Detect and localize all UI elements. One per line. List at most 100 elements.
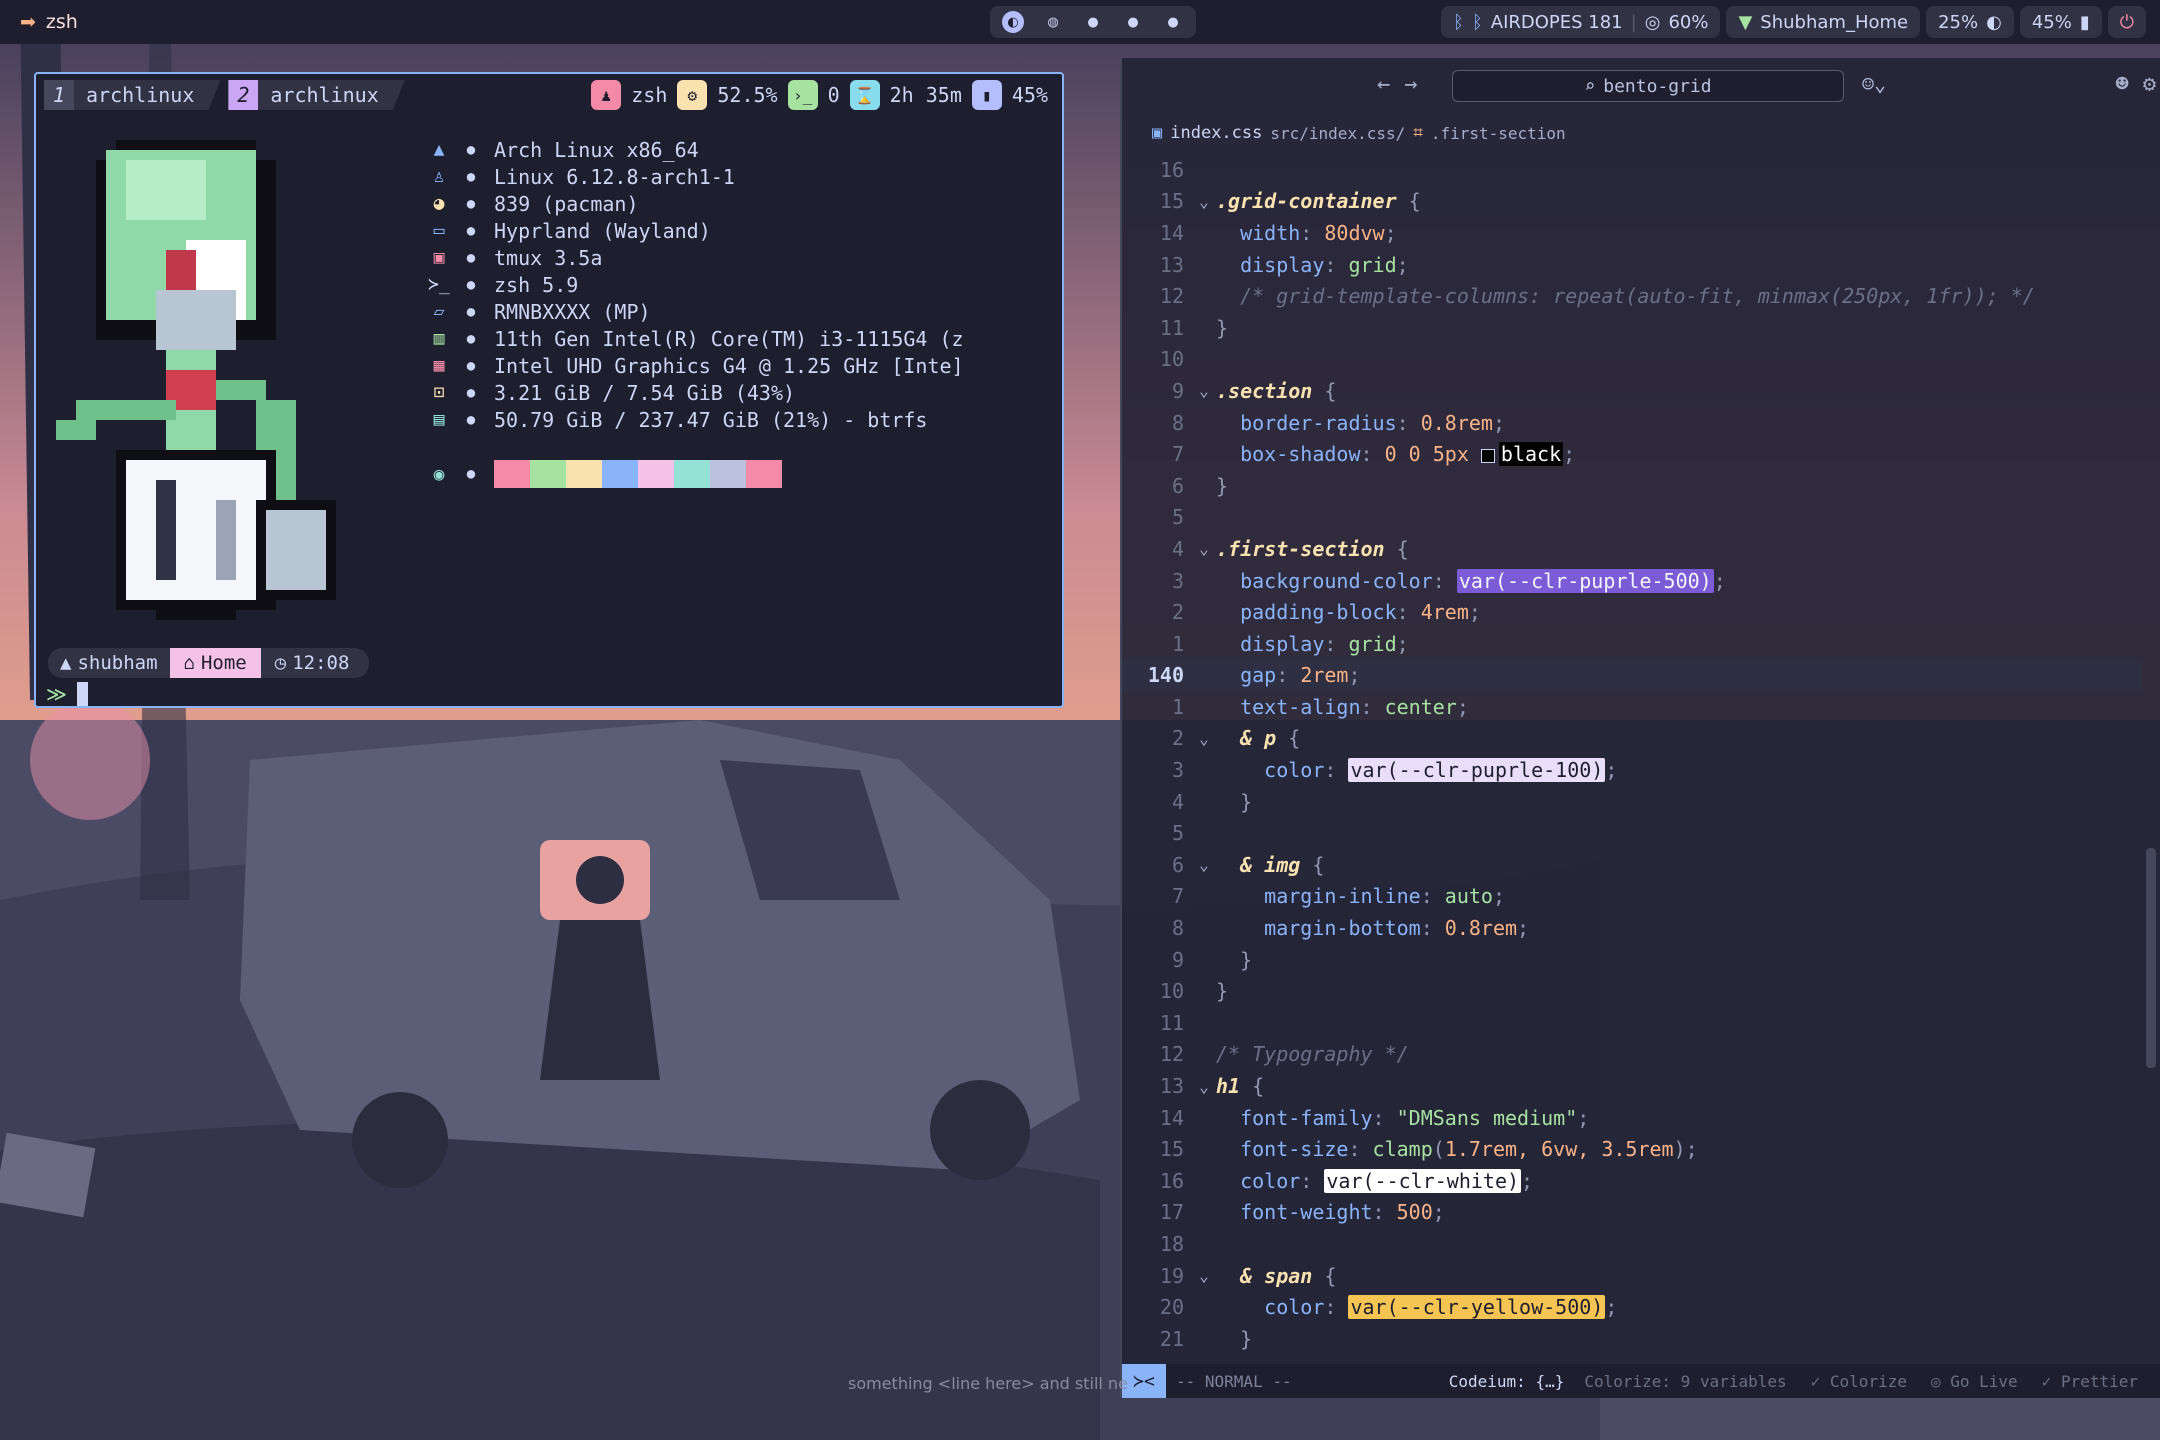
shell-icon: ≻_ [428, 274, 450, 295]
forward-arrow-icon[interactable]: → [1404, 72, 1417, 97]
bluetooth-status[interactable]: ᛒ ᛒ AIRDOPES 181 | ◎ 60% [1441, 6, 1721, 38]
code-line[interactable]: 5 [1122, 817, 2142, 849]
code-token: 0.8rem [1420, 410, 1493, 435]
go-live-button[interactable]: ◎ Go Live [1931, 1372, 2018, 1391]
power-button[interactable]: ⏻ [2107, 6, 2146, 38]
back-arrow-icon[interactable]: ← [1377, 72, 1390, 97]
tmux-window-2[interactable]: 2 archlinux [228, 80, 404, 110]
colorize-toggle[interactable]: ✓ Colorize [1811, 1372, 1907, 1391]
remote-indicator[interactable]: ≻< [1122, 1364, 1166, 1398]
prompt-time: ◷ 12:08 [260, 648, 370, 678]
wifi-status[interactable]: ▼ Shubham_Home [1726, 6, 1921, 38]
code-line[interactable]: 10 [1122, 344, 2142, 376]
workspace-2[interactable]: ◍ [1042, 11, 1064, 33]
code-line[interactable]: 7 box-shadow: 0 0 5px black; [1122, 438, 2142, 470]
account-icon[interactable]: ☻ [2116, 72, 2129, 97]
copilot-button[interactable]: ☺⌄ [1862, 72, 1886, 96]
hourglass-icon: ⌛ [849, 80, 880, 110]
code-line[interactable]: 1 display: grid; [1122, 628, 2142, 660]
code-token: /* Typography */ [1216, 1042, 1409, 1067]
code-line[interactable]: 16 [1122, 154, 2142, 186]
code-line[interactable]: 11 [1122, 1007, 2142, 1039]
brightness-status[interactable]: 25% ◐ [1926, 6, 2014, 38]
code-line[interactable]: 15 font-size: clamp(1.7rem, 6vw, 3.5rem)… [1122, 1133, 2142, 1165]
prettier-status[interactable]: ✓ Prettier [2042, 1372, 2138, 1391]
breadcrumb-path[interactable]: src/index.css/ [1270, 124, 1405, 143]
code-line[interactable]: 6 ⌄ & img { [1122, 849, 2142, 881]
code-line[interactable]: 18 [1122, 1228, 2142, 1260]
code-line[interactable]: 2 padding-block: 4rem; [1122, 596, 2142, 628]
line-number: 12 [1159, 1042, 1184, 1067]
prompt-dir: ⌂ Home [169, 648, 261, 678]
color-swatch[interactable] [1480, 448, 1495, 463]
fold-chevron-icon[interactable]: ⌄ [1192, 1077, 1216, 1096]
code-token: ; [1713, 568, 1726, 593]
code-line[interactable]: 8 border-radius: 0.8rem; [1122, 407, 2142, 439]
line-number: 1 [1171, 694, 1184, 719]
code-line[interactable]: 13 display: grid; [1122, 249, 2142, 281]
code-line[interactable]: 3 color: var(--clr-puprle-100); [1122, 754, 2142, 786]
code-text: } [1216, 948, 1252, 972]
volume-value: 60% [1668, 11, 1709, 33]
breadcrumb-symbol[interactable]: .first-section [1431, 124, 1566, 143]
code-line[interactable]: 16 color: var(--clr-white); [1122, 1165, 2142, 1197]
scrollbar[interactable] [2146, 848, 2156, 1068]
code-line[interactable]: 3 background-color: var(--clr-puprle-500… [1122, 565, 2142, 597]
command-center-search[interactable]: ⌕ bento-grid [1452, 70, 1844, 102]
code-token: 0.8rem [1444, 916, 1518, 941]
code-line[interactable]: 140 gap: 2rem; [1122, 659, 2142, 692]
code-line[interactable]: 19 ⌄ & span { [1122, 1260, 2142, 1292]
code-line[interactable]: 2 ⌄ & p { [1122, 723, 2142, 755]
breadcrumb-file[interactable]: index.css [1170, 123, 1262, 143]
gear-icon[interactable]: ⚙ [2143, 72, 2156, 97]
terminal-window[interactable]: 1 archlinux 2 archlinux ♟ zsh ⚙ 52.5% ›_… [34, 72, 1064, 708]
prettier-label: Prettier [2060, 1371, 2138, 1391]
code-line[interactable]: 14 font-family: "DMSans medium"; [1122, 1102, 2142, 1134]
copilot-icon: ☺ [1862, 72, 1875, 96]
fold-chevron-icon[interactable]: ⌄ [1192, 1266, 1216, 1285]
code-line[interactable]: 6} [1122, 470, 2142, 502]
code-area[interactable]: 16 15 ⌄ .grid-container {14 width: 80dvw; 13… [1122, 154, 2142, 1355]
code-line[interactable]: 14 width: 80dvw; [1122, 217, 2142, 249]
code-token: ; [1605, 758, 1618, 783]
code-line[interactable]: 17 font-weight: 500; [1122, 1197, 2142, 1229]
code-editor[interactable]: ← → ⌕ bento-grid ☺⌄ ☻ ⚙ ▣ index.css src/… [1120, 58, 2160, 1398]
code-line[interactable]: 12 /* Typography */ [1122, 1039, 2142, 1071]
code-line[interactable]: 4 ⌄ .first-section { [1122, 533, 2142, 565]
code-line[interactable]: 8 margin-bottom: 0.8rem; [1122, 912, 2142, 944]
workspace-1[interactable]: ◐ [1002, 11, 1024, 33]
code-line[interactable]: 11} [1122, 312, 2142, 344]
code-line[interactable]: 5 [1122, 502, 2142, 534]
fold-chevron-icon[interactable]: ⌄ [1192, 192, 1216, 211]
code-line[interactable]: 7 margin-inline: auto; [1122, 881, 2142, 913]
code-line[interactable]: 10} [1122, 975, 2142, 1007]
code-line[interactable]: 9 } [1122, 944, 2142, 976]
workspace-3[interactable]: ● [1082, 11, 1104, 33]
code-line[interactable]: 9 ⌄ .section { [1122, 375, 2142, 407]
code-line[interactable]: 4 } [1122, 786, 2142, 818]
code-line[interactable]: 13 ⌄ h1 { [1122, 1070, 2142, 1102]
workspace-5[interactable]: ● [1162, 11, 1184, 33]
code-line[interactable]: 20 color: var(--clr-yellow-500); [1122, 1291, 2142, 1323]
code-line[interactable]: 1 text-align: center; [1122, 691, 2142, 723]
code-token: : [1324, 252, 1349, 277]
battery-status[interactable]: 45% ▮ [2019, 6, 2102, 38]
code-line[interactable]: 12 /* grid-template-columns: repeat(auto… [1122, 280, 2142, 312]
workspace-4[interactable]: ● [1122, 11, 1144, 33]
codeium-status[interactable]: Codeium: {…} [1449, 1372, 1565, 1391]
code-token: ; [1563, 442, 1576, 467]
code-token: color [1216, 1295, 1325, 1320]
css-file-icon: ▣ [1152, 123, 1163, 143]
fold-chevron-icon[interactable]: ⌄ [1192, 539, 1216, 558]
fold-chevron-icon[interactable]: ⌄ [1192, 381, 1216, 400]
code-line[interactable]: 21 } [1122, 1323, 2142, 1355]
fold-chevron-icon[interactable]: ⌄ [1192, 729, 1216, 748]
code-token: 1.7rem, 6vw, 3.5rem [1444, 1137, 1674, 1162]
tmux-window-1[interactable]: 1 archlinux [44, 80, 220, 110]
command-line[interactable]: ≫ [46, 680, 88, 706]
code-token: ; [1396, 631, 1409, 656]
code-line[interactable]: 15 ⌄ .grid-container { [1122, 186, 2142, 218]
code-token: : [1300, 1168, 1325, 1193]
fold-chevron-icon[interactable]: ⌄ [1192, 855, 1216, 874]
colorize-variables[interactable]: Colorize: 9 variables [1584, 1372, 1786, 1391]
